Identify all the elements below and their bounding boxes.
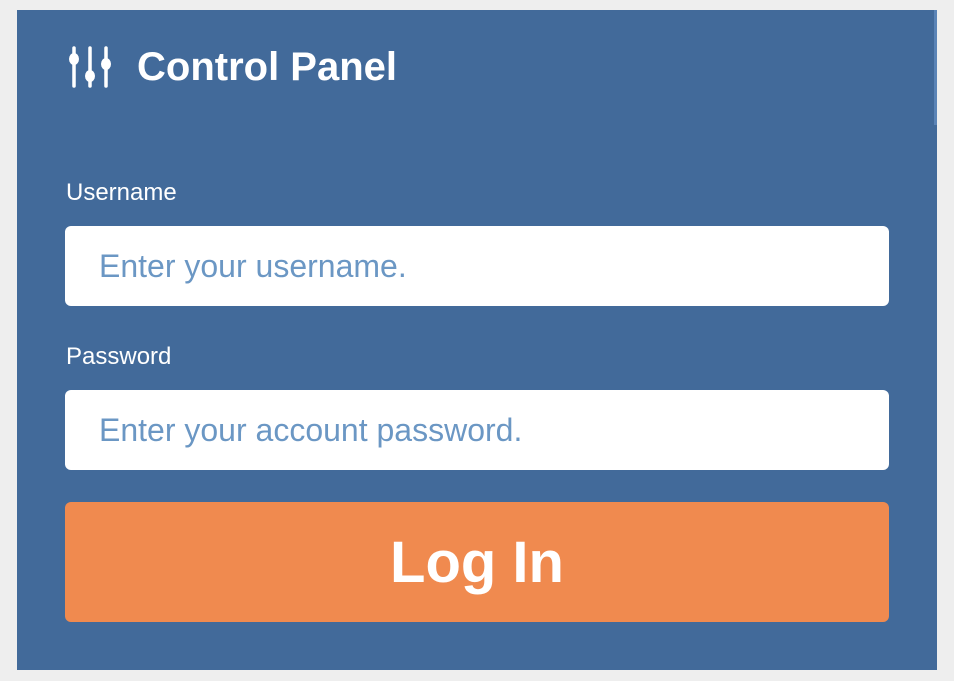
sliders-icon (66, 44, 114, 90)
username-input[interactable] (65, 226, 889, 306)
login-button[interactable]: Log In (65, 502, 889, 622)
username-label: Username (66, 179, 177, 206)
password-label: Password (66, 343, 172, 370)
panel-header: Control Panel (66, 44, 397, 90)
page-title: Control Panel (137, 45, 398, 89)
login-panel: Control Panel Username Password Log In (17, 10, 937, 670)
scrollbar[interactable] (934, 10, 937, 125)
password-input[interactable] (65, 390, 889, 470)
